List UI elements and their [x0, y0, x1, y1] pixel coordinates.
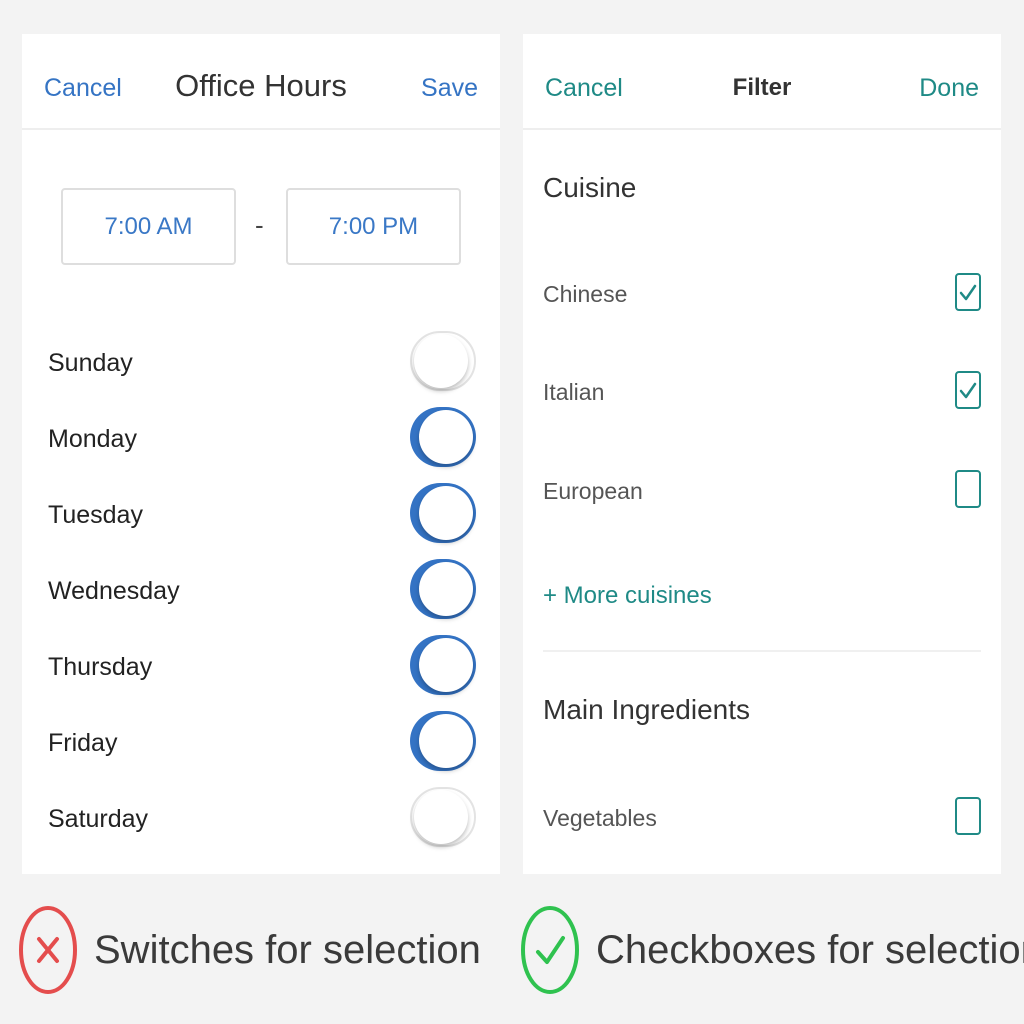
friday-switch[interactable] [410, 711, 476, 771]
day-label: Wednesday [48, 577, 180, 605]
switch-knob [414, 790, 468, 844]
cuisine-row-chinese: Chinese [523, 273, 1001, 319]
done-button[interactable]: Done [919, 72, 979, 104]
day-label: Sunday [48, 349, 133, 377]
day-row-thursday: Thursday [22, 635, 500, 705]
section-divider [543, 650, 981, 652]
caption-text: Switches for selection [94, 928, 481, 972]
checkbox-label: Vegetables [543, 805, 657, 831]
save-button[interactable]: Save [421, 72, 478, 104]
switch-knob [419, 410, 473, 464]
time-separator: - [255, 210, 264, 240]
filter-navbar: Cancel Filter Done [523, 34, 1001, 130]
caption-text: Checkboxes for selection [596, 928, 1024, 972]
day-label: Thursday [48, 653, 153, 681]
day-row-monday: Monday [22, 407, 500, 477]
day-label: Saturday [48, 805, 149, 833]
cancel-button[interactable]: Cancel [545, 72, 623, 104]
day-row-sunday: Sunday [22, 331, 500, 401]
day-row-friday: Friday [22, 711, 500, 781]
day-row-wednesday: Wednesday [22, 559, 500, 629]
switch-knob [414, 334, 468, 388]
day-row-tuesday: Tuesday [22, 483, 500, 553]
vegetables-checkbox[interactable] [955, 797, 981, 835]
main-ingredients-heading: Main Ingredients [543, 694, 751, 725]
ingredient-row-vegetables: Vegetables [523, 797, 1001, 843]
saturday-switch[interactable] [410, 787, 476, 847]
sunday-switch[interactable] [410, 331, 476, 391]
thursday-switch[interactable] [410, 635, 476, 695]
monday-switch[interactable] [410, 407, 476, 467]
day-label: Friday [48, 729, 118, 757]
filter-panel: Cancel Filter Done Cuisine Chinese Itali… [523, 34, 1001, 874]
checkbox-label: Chinese [543, 281, 628, 307]
switch-knob [419, 638, 473, 692]
checkmark-icon [959, 382, 977, 399]
cuisine-row-european: European [523, 470, 1001, 516]
european-checkbox[interactable] [955, 470, 981, 508]
x-circle-icon [19, 906, 77, 994]
day-label: Monday [48, 425, 137, 453]
day-row-saturday: Saturday [22, 787, 500, 857]
cancel-button[interactable]: Cancel [44, 72, 122, 104]
switch-knob [419, 486, 473, 540]
start-time-field[interactable]: 7:00 AM [61, 188, 236, 265]
more-cuisines-link[interactable]: + More cuisines [543, 582, 712, 610]
wednesday-switch[interactable] [410, 559, 476, 619]
end-time-field[interactable]: 7:00 PM [286, 188, 461, 265]
office-hours-panel: Cancel Office Hours Save 7:00 AM - 7:00 … [22, 34, 500, 874]
checkbox-label: Italian [543, 379, 605, 405]
day-label: Tuesday [48, 501, 143, 529]
italian-checkbox[interactable] [955, 371, 981, 409]
cuisine-heading: Cuisine [543, 172, 637, 203]
switch-knob [419, 562, 473, 616]
tuesday-switch[interactable] [410, 483, 476, 543]
office-hours-navbar: Cancel Office Hours Save [22, 34, 500, 130]
checkmark-icon [959, 284, 977, 301]
switch-knob [419, 714, 473, 768]
chinese-checkbox[interactable] [955, 273, 981, 311]
checkbox-label: European [543, 478, 643, 504]
cuisine-row-italian: Italian [523, 371, 1001, 417]
check-circle-icon [521, 906, 579, 994]
